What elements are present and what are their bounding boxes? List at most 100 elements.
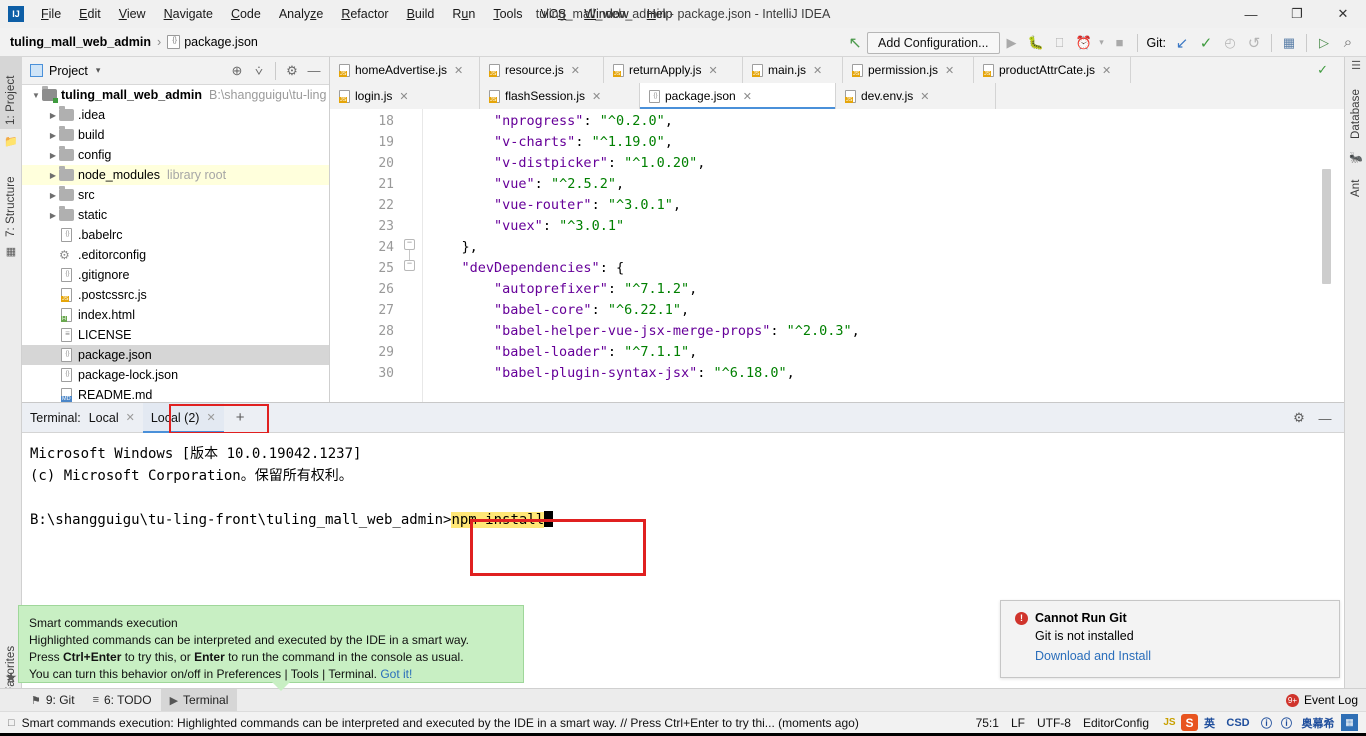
tree-node-package-lock-json[interactable]: package-lock.json [22, 365, 329, 385]
run-icon[interactable]: ▶ [1000, 31, 1024, 55]
chevron-down-icon[interactable]: ▾ [1096, 31, 1108, 55]
screen-recorder-icon[interactable]: 奥幕希 [1298, 714, 1338, 731]
csdn-icon[interactable]: CSD [1221, 714, 1255, 731]
editor-tab-returnapply-js[interactable]: JS returnApply.js ✕ [604, 57, 743, 83]
stop-icon[interactable]: ■ [1108, 31, 1132, 55]
tree-expand-arrow-icon[interactable]: ▶ [47, 171, 59, 180]
maximize-button[interactable]: ❐ [1274, 0, 1320, 28]
file-encoding[interactable]: UTF-8 [1037, 716, 1071, 730]
menu-file[interactable]: File [32, 3, 70, 25]
close-icon[interactable]: ✕ [1102, 64, 1111, 77]
sidebar-tab-structure[interactable]: 7: Structure [0, 155, 22, 241]
menu-build[interactable]: Build [398, 3, 444, 25]
close-icon[interactable]: ✕ [743, 90, 752, 103]
notification-icon[interactable]: □ [8, 717, 15, 729]
editor-tab-flashsession-js[interactable]: JS flashSession.js ✕ [480, 83, 640, 109]
tree-node-build[interactable]: ▶ build [22, 125, 329, 145]
code-line[interactable]: "babel-loader": "^7.1.1", [429, 342, 1344, 363]
code-editor[interactable]: 18 19 20 21 22 23 24 25 26 27 28 29 30 "nprogress": … [330, 109, 1344, 402]
ime-mode-icon[interactable]: ⓘ [1278, 714, 1295, 731]
code-line[interactable]: "v-distpicker": "^1.0.20", [429, 153, 1344, 174]
tree-node-package-json[interactable]: package.json [22, 345, 329, 365]
gear-icon[interactable]: ⚙ [1286, 403, 1312, 433]
tree-node--gitignore[interactable]: .gitignore [22, 265, 329, 285]
debug-icon[interactable]: 🐛 [1024, 31, 1048, 55]
menu-edit[interactable]: Edit [70, 3, 110, 25]
code-line[interactable]: "devDependencies": { [429, 258, 1344, 279]
tree-node-src[interactable]: ▶ src [22, 185, 329, 205]
tree-node-config[interactable]: ▶ config [22, 145, 329, 165]
js-icon[interactable]: JS [1161, 714, 1178, 731]
event-log-button[interactable]: 9+ Event Log [1285, 693, 1366, 707]
back-arrow-icon[interactable]: ↖ [843, 31, 867, 55]
layout-icon[interactable]: ▦ [1277, 31, 1301, 55]
run-with-coverage-icon[interactable]: ⎕ [1048, 31, 1072, 55]
terminal-tab-local[interactable]: Local ✕ [81, 403, 143, 433]
editor-tab-dev-env-js[interactable]: JS dev.env.js ✕ [836, 83, 996, 109]
tree-node-readme-md[interactable]: MD README.md [22, 385, 329, 402]
tree-node--babelrc[interactable]: .babelrc [22, 225, 329, 245]
close-icon[interactable]: ✕ [126, 411, 135, 424]
code-line[interactable]: "vue": "^2.5.2", [429, 174, 1344, 195]
tree-node--editorconfig[interactable]: ⚙ .editorconfig [22, 245, 329, 265]
menu-code[interactable]: Code [222, 3, 270, 25]
tree-node-static[interactable]: ▶ static [22, 205, 329, 225]
tray-expand-icon[interactable]: ▦ [1341, 714, 1358, 731]
fold-end-icon[interactable] [404, 237, 415, 250]
ime-language-icon[interactable]: 英 [1201, 714, 1218, 731]
close-icon[interactable]: ✕ [571, 64, 580, 77]
bottom-tab-terminal[interactable]: ▶ Terminal [160, 688, 238, 712]
menu-help[interactable]: Help [638, 3, 682, 25]
ime-state-icon[interactable]: ⓘ [1258, 714, 1275, 731]
rollback-icon[interactable]: ↺ [1242, 31, 1266, 55]
status-message[interactable]: Smart commands execution: Highlighted co… [22, 716, 859, 730]
tree-node--idea[interactable]: ▶ .idea [22, 105, 329, 125]
history-icon[interactable]: ◴ [1218, 31, 1242, 55]
editor-tab-permission-js[interactable]: JS permission.js ✕ [843, 57, 974, 83]
tree-node-license[interactable]: LICENSE [22, 325, 329, 345]
sidebar-tab-ant[interactable]: Ant [1345, 169, 1366, 201]
editor-tab-resource-js[interactable]: JS resource.js ✕ [480, 57, 604, 83]
got-it-link[interactable]: Got it! [380, 667, 412, 681]
menu-navigate[interactable]: Navigate [155, 3, 222, 25]
code-line[interactable]: "vue-router": "^3.0.1", [429, 195, 1344, 216]
close-button[interactable]: ✕ [1320, 0, 1366, 28]
tree-expand-arrow-icon[interactable]: ▼ [30, 91, 42, 100]
profile-icon[interactable]: ⏰ [1072, 31, 1096, 55]
tree-expand-arrow-icon[interactable]: ▶ [47, 211, 59, 220]
tree-expand-arrow-icon[interactable]: ▶ [47, 131, 59, 140]
tree-expand-arrow-icon[interactable]: ▶ [47, 111, 59, 120]
inspection-error-stripe[interactable] [1332, 109, 1344, 402]
sidebar-tab-database[interactable]: Database [1345, 77, 1366, 143]
breadcrumb-project[interactable]: tuling_mall_web_admin [10, 35, 151, 49]
new-terminal-tab-button[interactable]: + [230, 409, 251, 426]
collapse-all-icon[interactable]: ⩒ [248, 60, 270, 82]
editor-tab-row-2[interactable]: JSlogin.js✕JSflashSession.js✕package.jso… [330, 83, 1344, 109]
update-project-icon[interactable]: ↙ [1170, 31, 1194, 55]
menu-refactor[interactable]: Refactor [332, 3, 397, 25]
project-tree[interactable]: ▼ tuling_mall_web_admin B:\shangguigu\tu-l… [22, 85, 329, 402]
code-line[interactable]: "babel-core": "^6.22.1", [429, 300, 1344, 321]
code-line[interactable]: }, [429, 237, 1344, 258]
close-icon[interactable]: ✕ [399, 90, 408, 103]
caret-position[interactable]: 75:1 [976, 716, 999, 730]
code-folding-gutter[interactable] [400, 109, 422, 402]
code-line[interactable]: "autoprefixer": "^7.1.2", [429, 279, 1344, 300]
close-icon[interactable]: ✕ [920, 90, 929, 103]
editorconfig-status[interactable]: EditorConfig [1083, 716, 1149, 730]
tree-expand-arrow-icon[interactable]: ▶ [47, 151, 59, 160]
search-icon[interactable]: ⌕ [1336, 31, 1360, 55]
bottom-tab-todo[interactable]: ≡ 6: TODO [84, 689, 161, 712]
tree-node--postcssrc-js[interactable]: JS .postcssrc.js [22, 285, 329, 305]
bottom-tab-git[interactable]: ⚑ 9: Git [22, 689, 84, 712]
editor-tab-row-1[interactable]: JS homeAdvertise.js ✕ JS resource.js ✕ JS retur… [330, 57, 1344, 83]
editor-vertical-scrollbar[interactable] [1322, 169, 1331, 284]
terminal-prompt-line[interactable]: B:\shangguigu\tu-ling-front\tuling_mall_… [30, 509, 1344, 531]
close-icon[interactable]: ✕ [206, 411, 215, 424]
breadcrumb-file[interactable]: package.json [184, 35, 258, 49]
download-and-install-link[interactable]: Download and Install [1035, 649, 1325, 663]
inspection-status-ok-icon[interactable]: ✓ [1317, 62, 1328, 78]
tree-node-tuling-mall-web-admin[interactable]: ▼ tuling_mall_web_admin B:\shangguigu\tu-l… [22, 85, 329, 105]
close-icon[interactable]: ✕ [813, 64, 822, 77]
code-line[interactable]: "v-charts": "^1.19.0", [429, 132, 1344, 153]
